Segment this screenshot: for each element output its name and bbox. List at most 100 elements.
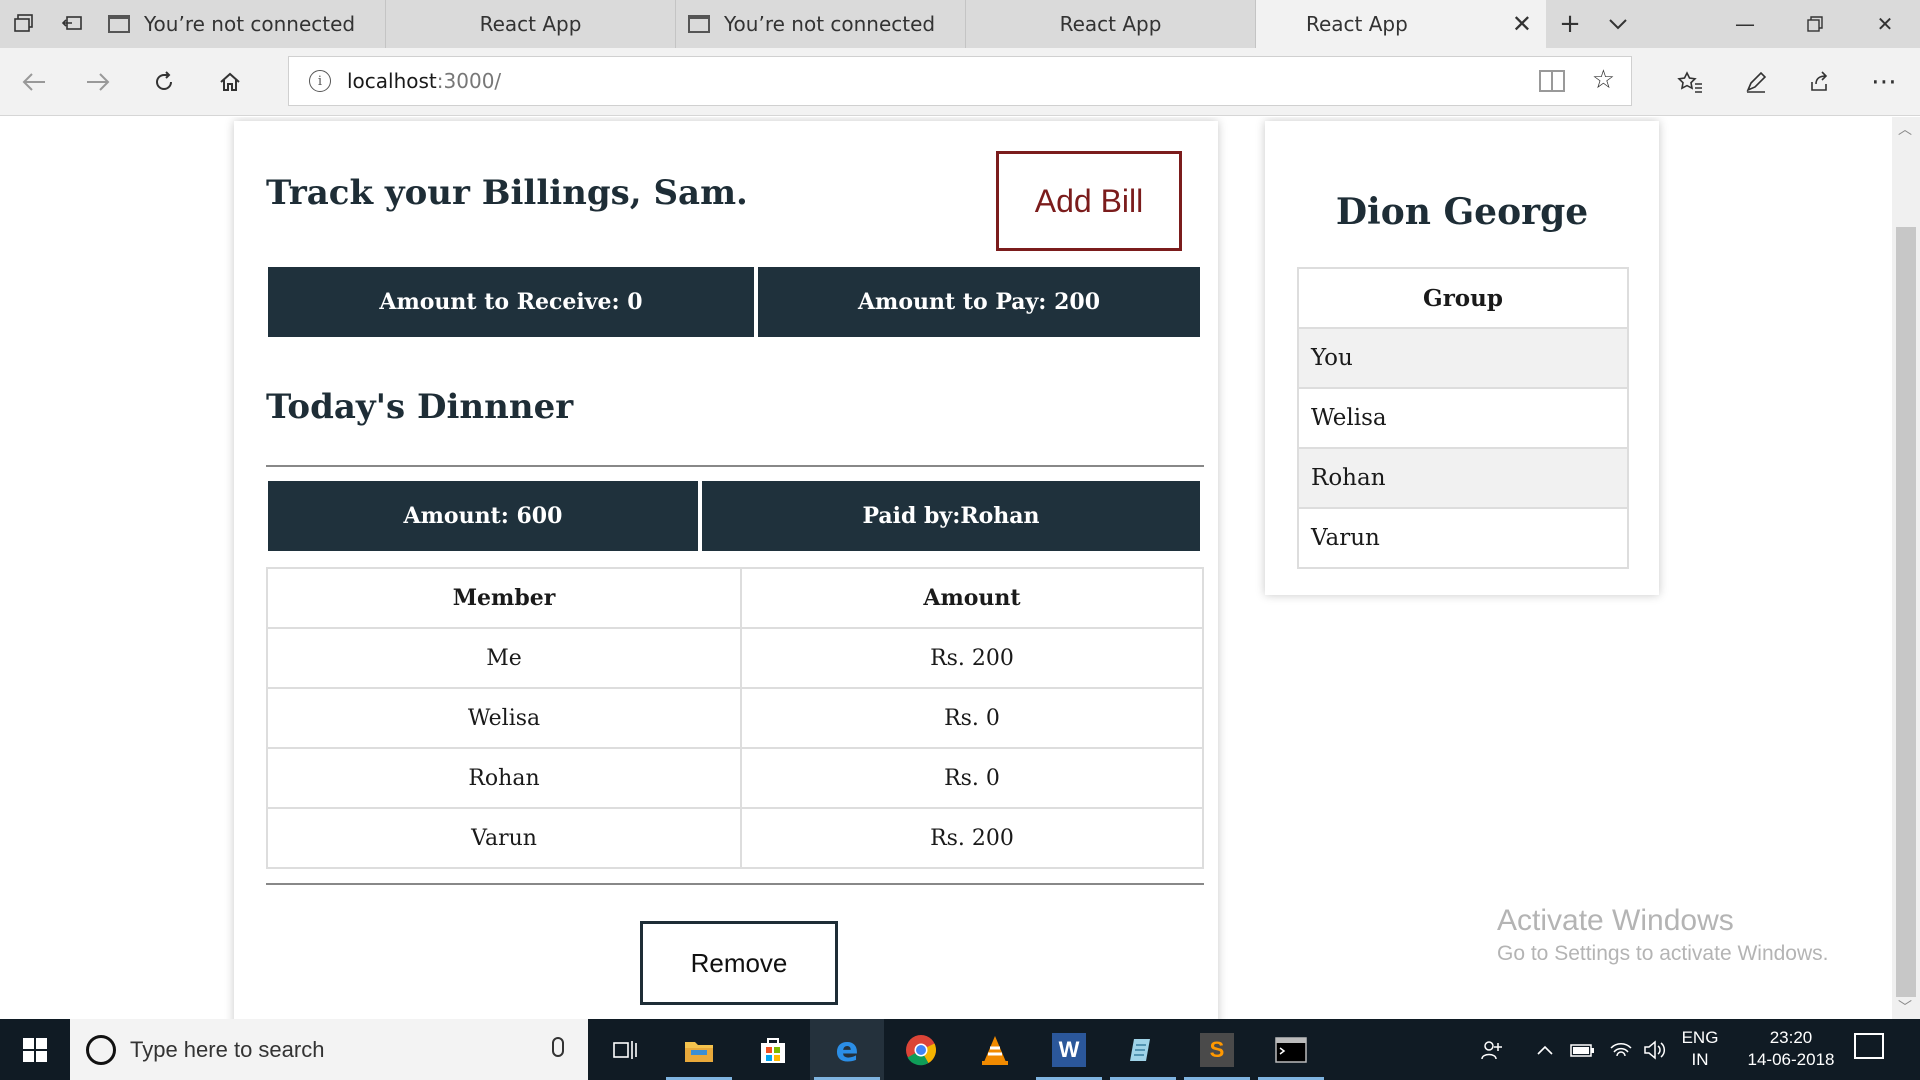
star-icon[interactable]: ☆ [1592,65,1615,95]
pen-icon[interactable] [1736,62,1776,102]
refresh-icon[interactable] [144,62,184,102]
divider [266,883,1204,885]
amount-to-receive: Amount to Receive: 0 [268,267,754,337]
input-language[interactable]: ENG IN [1672,1027,1728,1071]
forward-icon[interactable] [78,62,118,102]
wifi-icon[interactable] [1604,1019,1638,1080]
tab-2[interactable]: React App [386,0,676,48]
chevron-up-icon[interactable] [1528,1019,1562,1080]
chevron-down-icon[interactable] [1594,0,1642,48]
task-view-icon[interactable] [588,1019,662,1080]
amount-cell: Rs. 200 [740,807,1204,869]
tab-4[interactable]: React App [966,0,1256,48]
notepad-icon[interactable] [1106,1019,1180,1080]
search-placeholder: Type here to search [130,1036,325,1062]
microsoft-store-icon[interactable] [736,1019,810,1080]
tab-label: React App [479,12,582,36]
back-icon[interactable] [14,62,54,102]
column-header-amount: Amount [740,567,1204,629]
cortana-icon [86,1034,116,1065]
add-bill-button[interactable]: Add Bill [996,151,1182,251]
window-controls: — ✕ [1710,0,1920,48]
share-icon[interactable] [1800,62,1840,102]
tab-preview-icon[interactable] [0,0,48,48]
restore-icon[interactable] [1780,0,1850,48]
command-prompt-icon[interactable] [1254,1019,1328,1080]
bill-title: Today's Dinnner [266,387,574,427]
sublime-text-icon[interactable]: S [1180,1019,1254,1080]
word-glyph: W [1052,1032,1086,1067]
list-item: You [1297,327,1629,389]
system-clock[interactable]: 23:20 14-06-2018 [1736,1027,1846,1071]
scrollbar-thumb[interactable] [1896,227,1916,997]
user-name: Dion George [1335,191,1589,233]
language-code: ENG [1681,1028,1719,1047]
tab-5-active[interactable]: React App ✕ [1256,0,1546,48]
table-row: Welisa Rs. 0 [266,687,1204,749]
windows-taskbar: Type here to search e W S ENG IN 23:20 1… [0,1019,1920,1080]
tab-3[interactable]: You’re not connected [676,0,966,48]
tab-1[interactable]: You’re not connected [96,0,386,48]
url-text: localhost:3000/ [347,69,501,93]
tab-label: You’re not connected [144,12,356,36]
group-member: Welisa [1297,387,1629,449]
amount-cell: Rs. 0 [740,687,1204,749]
taskbar-search-input[interactable]: Type here to search [70,1019,588,1080]
group-card: Dion George Group You Welisa Rohan Varun [1265,121,1659,595]
url-path: :3000/ [436,69,502,93]
divider [266,465,1204,467]
group-table: Group You Welisa Rohan Varun [1297,267,1629,569]
minimize-icon[interactable]: — [1710,0,1780,48]
clock-time: 23:20 [1769,1028,1813,1047]
amount-to-pay: Amount to Pay: 200 [758,267,1200,337]
amount-cell: Rs. 200 [740,627,1204,689]
people-icon[interactable] [1474,1019,1510,1080]
member-cell: Rohan [266,747,742,809]
url-host: localhost [347,69,437,93]
home-icon[interactable] [210,62,250,102]
vlc-icon[interactable] [958,1019,1032,1080]
member-share-table: Member Amount Me Rs. 200 Welisa Rs. 0 Ro… [266,567,1204,869]
column-header-member: Member [266,567,742,629]
volume-icon[interactable] [1638,1019,1672,1080]
battery-icon[interactable] [1566,1019,1600,1080]
browser-tab-strip: You’re not connected React App You’re no… [0,0,1920,48]
group-member: Varun [1297,507,1629,569]
tab-label: You’re not connected [724,12,936,36]
notification-icon[interactable] [1854,1033,1884,1059]
reading-view-icon[interactable] [1539,70,1565,92]
sublime-glyph: S [1200,1032,1234,1067]
word-icon[interactable]: W [1032,1019,1106,1080]
edge-browser-icon[interactable]: e [810,1019,884,1080]
amount-cell: Rs. 0 [740,747,1204,809]
microphone-icon[interactable] [552,1037,564,1057]
address-bar[interactable]: i localhost:3000/ ☆ [288,56,1632,106]
windows-start-icon[interactable] [0,1019,70,1080]
bill-amount: Amount: 600 [268,481,698,551]
table-row: Me Rs. 200 [266,627,1204,689]
vertical-scrollbar[interactable]: ︿ ﹀ [1892,117,1920,1019]
set-aside-tabs-icon[interactable] [48,0,96,48]
more-icon[interactable]: ⋯ [1864,62,1904,102]
close-window-icon[interactable]: ✕ [1850,0,1920,48]
scroll-up-icon[interactable]: ︿ [1898,119,1912,139]
file-explorer-icon[interactable] [662,1019,736,1080]
close-icon[interactable]: ✕ [1512,10,1532,38]
chrome-icon[interactable] [884,1019,958,1080]
member-cell: Welisa [266,687,742,749]
info-icon[interactable]: i [309,70,331,92]
region-code: IN [1691,1050,1709,1069]
favorites-icon[interactable] [1670,62,1710,102]
page-title: Track your Billings, Sam. [266,173,748,213]
scroll-down-icon[interactable]: ﹀ [1898,997,1912,1017]
group-member: Rohan [1297,447,1629,509]
clock-date: 14-06-2018 [1747,1050,1835,1069]
navigation-bar: i localhost:3000/ ☆ ⋯ [0,48,1920,116]
member-cell: Me [266,627,742,689]
bill-summary-bar: Amount: 600 Paid by:Rohan [268,481,1200,551]
list-item: Welisa [1297,387,1629,449]
new-tab-icon[interactable]: + [1546,0,1594,48]
web-page: Track your Billings, Sam. Add Bill Amoun… [0,117,1892,1019]
remove-button[interactable]: Remove [640,921,838,1005]
list-item: Varun [1297,507,1629,569]
